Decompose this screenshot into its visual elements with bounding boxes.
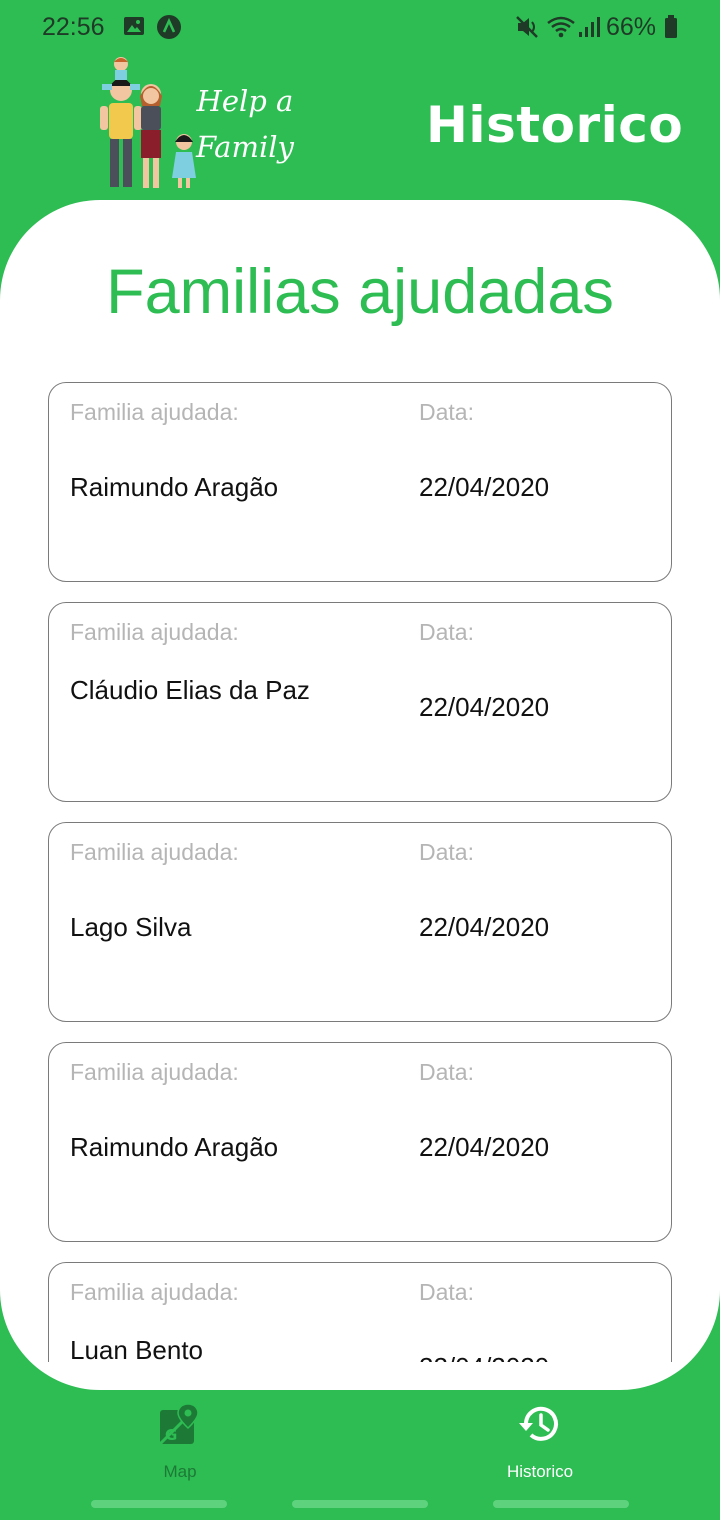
family-name: Raimundo Aragão: [70, 1132, 279, 1162]
status-bar: 22:56 66%: [0, 0, 720, 56]
logo-text: Help a Family: [196, 78, 294, 170]
family-label: Familia ajudada:: [70, 619, 239, 645]
date-label: Data:: [419, 399, 474, 425]
svg-text:G: G: [165, 1426, 177, 1444]
nav-history-button[interactable]: Historico: [460, 1402, 620, 1482]
help-date: 22/04/2020: [419, 1350, 549, 1362]
image-icon: [124, 17, 144, 35]
family-name: Luan Bento: [70, 1335, 204, 1362]
battery-percent: 66%: [605, 13, 656, 41]
signal-icon: [579, 17, 600, 37]
status-time: 22:56: [42, 13, 105, 41]
history-card[interactable]: Familia ajudada: Data: Raimundo Aragão 2…: [48, 382, 672, 582]
family-name: Lago Silva: [70, 912, 192, 942]
nav-map-label: Map: [163, 1462, 197, 1481]
history-icon: [519, 1406, 558, 1441]
system-nav-bar-center[interactable]: [292, 1500, 428, 1508]
help-date: 22/04/2020: [419, 692, 550, 722]
system-nav-bar-right[interactable]: [493, 1500, 629, 1508]
page-title: Familias ajudadas: [106, 257, 614, 327]
nav-map-button[interactable]: G Map: [100, 1402, 260, 1482]
mute-icon: [516, 16, 538, 38]
logo-line-1: Help a: [196, 84, 294, 118]
family-label: Familia ajudada:: [70, 399, 239, 425]
battery-icon: [665, 15, 677, 38]
history-card[interactable]: Familia ajudada: Data: Lago Silva 22/04/…: [48, 822, 672, 1022]
family-name: Raimundo Aragão: [70, 472, 279, 502]
help-date: 22/04/2020: [419, 472, 550, 502]
family-label: Familia ajudada:: [70, 1059, 239, 1085]
wifi-icon: [547, 16, 575, 38]
family-name: Cláudio Elias da Paz: [70, 675, 310, 705]
help-date: 22/04/2020: [419, 912, 550, 942]
history-list[interactable]: Familia ajudada: Data: Raimundo Aragão 2…: [48, 382, 672, 1362]
app-notification-icon: [157, 15, 181, 39]
history-card[interactable]: Familia ajudada: Data: Luan Bento 22/04/…: [48, 1262, 672, 1362]
content-sheet: Familias ajudadas Familia ajudada: Data:…: [0, 200, 720, 1390]
family-label: Familia ajudada:: [70, 1279, 239, 1305]
date-label: Data:: [419, 1279, 474, 1305]
family-label: Familia ajudada:: [70, 839, 239, 865]
system-nav-bar-left[interactable]: [91, 1500, 227, 1508]
nav-history-label: Historico: [506, 1462, 574, 1481]
history-card[interactable]: Familia ajudada: Data: Cláudio Elias da …: [48, 602, 672, 802]
date-label: Data:: [419, 839, 474, 865]
header-title: Historico: [426, 96, 684, 154]
history-card[interactable]: Familia ajudada: Data: Raimundo Aragão 2…: [48, 1042, 672, 1242]
help-date: 22/04/2020: [419, 1132, 550, 1162]
map-icon: G: [158, 1403, 199, 1446]
date-label: Data:: [419, 1059, 474, 1085]
logo-line-2: Family: [196, 130, 294, 164]
date-label: Data:: [419, 619, 474, 645]
